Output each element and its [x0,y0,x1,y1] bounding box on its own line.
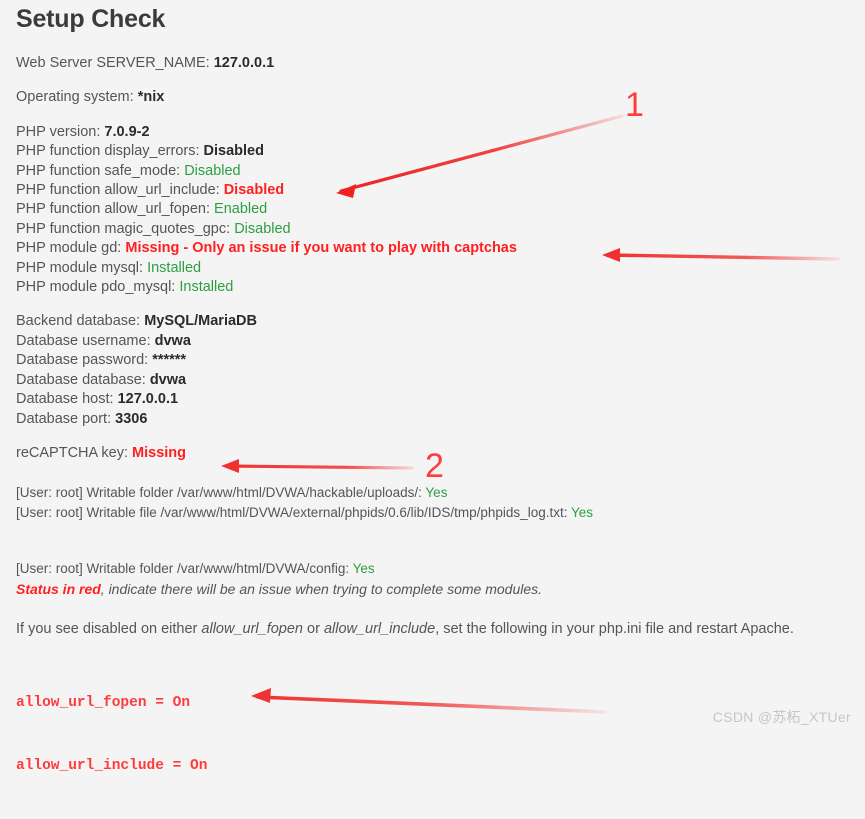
safe-mode-value: Disabled [184,162,241,179]
server-name-row: Web Server SERVER_NAME: 127.0.0.1 [16,54,865,73]
db-port-label: Database port: [16,410,112,427]
status-red-strong: Status in red [16,581,101,598]
magic-quotes-label: PHP function magic_quotes_gpc: [16,220,231,237]
module-mysql-value: Installed [147,259,202,276]
db-password-row: Database password: ****** [16,351,865,370]
module-mysql-label: PHP module mysql: [16,259,144,276]
db-port-value: 3306 [115,410,148,427]
server-info-block: Web Server SERVER_NAME: 127.0.0.1 [16,54,865,73]
allow-url-include-row: PHP function allow_url_include: Disabled [16,181,865,200]
php-version-label: PHP version: [16,123,101,140]
php-ini-instruction: If you see disabled on either allow_url_… [16,619,856,640]
safe-mode-label: PHP function safe_mode: [16,162,181,179]
magic-quotes-row: PHP function magic_quotes_gpc: Disabled [16,220,865,239]
db-database-label: Database database: [16,371,146,388]
display-errors-row: PHP function display_errors: Disabled [16,142,865,161]
magic-quotes-value: Disabled [234,220,291,237]
server-name-value: 127.0.0.1 [213,55,275,71]
db-database-row: Database database: dvwa [16,371,865,390]
display-errors-value: Disabled [203,143,264,160]
db-username-value: dvwa [154,332,191,349]
setup-check-page: Setup Check Web Server SERVER_NAME: 127.… [0,0,865,774]
instruction-part-2: or [302,621,324,638]
instruction-part-1: If you see disabled on either [16,621,202,638]
instruction-part-3: , set the following in your php.ini file… [435,621,794,638]
allow-url-fopen-row: PHP function allow_url_fopen: Enabled [16,200,865,219]
db-host-value: 127.0.0.1 [117,391,179,408]
db-host-row: Database host: 127.0.0.1 [16,390,865,409]
module-gd-value: Missing - Only an issue if you want to p… [125,240,517,257]
os-value: *nix [137,89,165,106]
allow-url-fopen-label: PHP function allow_url_fopen: [16,201,210,218]
db-database-value: dvwa [149,371,187,388]
db-backend-row: Backend database: MySQL/MariaDB [16,312,865,331]
recaptcha-label: reCAPTCHA key: [16,444,128,461]
phpids-file-label: [User: root] Writable file /var/www/html… [16,505,568,521]
server-name-label: Web Server SERVER_NAME: [16,55,210,71]
page-title: Setup Check [16,5,166,33]
csdn-watermark: CSDN @苏柘_XTUer [712,709,851,725]
allow-url-fopen-value: Enabled [214,201,268,218]
allow-url-include-value: Disabled [223,182,285,199]
database-info-block: Backend database: MySQL/MariaDB Database… [16,312,865,428]
db-host-label: Database host: [16,391,114,408]
php-version-row: PHP version: 7.0.9-2 [16,123,865,142]
db-port-row: Database port: 3306 [16,410,865,429]
db-backend-value: MySQL/MariaDB [144,313,257,330]
os-row: Operating system: *nix [16,88,865,107]
php-ini-code-block: allow_url_fopen = On allow_url_include =… [16,651,865,819]
page-content: Setup Check Web Server SERVER_NAME: 127.… [16,0,865,819]
os-label: Operating system: [16,89,134,106]
instruction-emphasis-fopen: allow_url_fopen [201,621,303,638]
status-red-note: Status in red, indicate there will be an… [16,579,865,599]
annotation-marker-1: 1 [625,86,644,124]
annotation-marker-2: 2 [425,447,444,485]
uploads-folder-value: Yes [425,485,448,501]
db-backend-label: Backend database: [16,313,141,330]
code-line-allow-url-include: allow_url_include = On [16,758,208,775]
db-username-label: Database username: [16,332,151,349]
php-version-value: 7.0.9-2 [104,123,150,140]
module-mysql-row: PHP module mysql: Installed [16,259,865,278]
permissions-block-top: [User: root] Writable folder /var/www/ht… [16,483,865,523]
module-pdo-mysql-value: Installed [179,279,234,296]
config-folder-label: [User: root] Writable folder /var/www/ht… [16,561,350,577]
recaptcha-value: Missing [132,444,187,461]
allow-url-include-label: PHP function allow_url_include: [16,182,220,199]
instruction-emphasis-include: allow_url_include [323,621,436,638]
config-folder-value: Yes [352,561,375,577]
module-pdo-mysql-label: PHP module pdo_mysql: [16,279,176,296]
phpids-file-value: Yes [570,505,594,521]
db-password-label: Database password: [16,352,149,369]
module-pdo-mysql-row: PHP module pdo_mysql: Installed [16,278,865,297]
phpids-file-row: [User: root] Writable file /var/www/html… [16,503,865,523]
config-folder-row: [User: root] Writable folder /var/www/ht… [16,559,865,579]
db-username-row: Database username: dvwa [16,332,865,351]
safe-mode-row: PHP function safe_mode: Disabled [16,162,865,181]
display-errors-label: PHP function display_errors: [16,143,200,160]
module-gd-row: PHP module gd: Missing - Only an issue i… [16,239,865,258]
php-info-block: PHP version: 7.0.9-2 PHP function displa… [16,123,865,298]
os-info-block: Operating system: *nix [16,88,865,107]
permissions-block-config: [User: root] Writable folder /var/www/ht… [16,559,865,579]
status-red-rest: , indicate there will be an issue when t… [100,581,543,598]
uploads-folder-row: [User: root] Writable folder /var/www/ht… [16,483,865,503]
db-password-value: ****** [152,352,187,369]
uploads-folder-label: [User: root] Writable folder /var/www/ht… [16,485,422,501]
module-gd-label: PHP module gd: [16,240,122,257]
